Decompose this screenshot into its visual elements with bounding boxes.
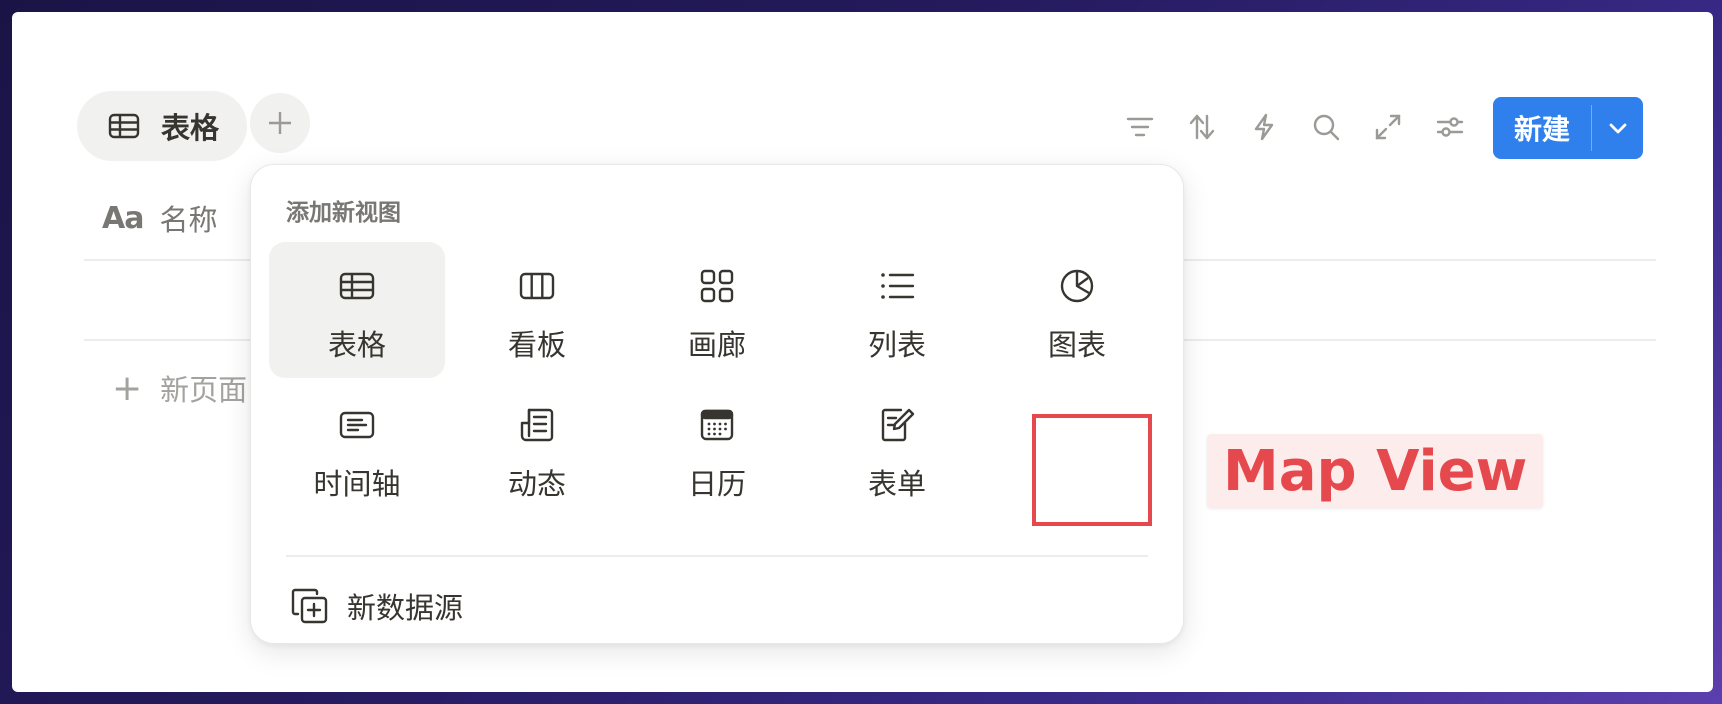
add-view-button[interactable] bbox=[250, 93, 310, 153]
chart-icon bbox=[1055, 264, 1099, 308]
new-button-label[interactable]: 新建 bbox=[1493, 97, 1591, 159]
view-option-list[interactable]: 列表 bbox=[809, 242, 985, 378]
view-option-feed[interactable]: 动态 bbox=[449, 381, 625, 517]
view-option-label: 图表 bbox=[1047, 328, 1106, 362]
form-icon bbox=[875, 403, 919, 447]
view-option-board[interactable]: 看板 bbox=[449, 242, 625, 378]
name-column-label: 名称 bbox=[159, 203, 218, 237]
new-page-button[interactable]: + 新页面 bbox=[112, 367, 247, 409]
plus-icon bbox=[269, 112, 291, 134]
table-icon bbox=[335, 264, 379, 308]
board-icon bbox=[515, 264, 559, 308]
new-button-dropdown[interactable] bbox=[1592, 97, 1643, 159]
popup-divider bbox=[286, 555, 1148, 557]
app-window: 表格 新建 Aa 名称 + 新页面 添加新视图 表格 看板 画廊 列表 图表 时… bbox=[12, 12, 1713, 692]
expand-icon[interactable] bbox=[1370, 109, 1406, 145]
add-copy-icon bbox=[289, 586, 329, 626]
feed-icon bbox=[515, 403, 559, 447]
new-page-label: 新页面 bbox=[160, 373, 248, 407]
popup-title: 添加新视图 bbox=[286, 200, 401, 226]
timeline-icon bbox=[335, 403, 379, 447]
view-option-gallery[interactable]: 画廊 bbox=[629, 242, 805, 378]
tab-label: 表格 bbox=[161, 111, 220, 145]
settings-icon[interactable] bbox=[1432, 109, 1468, 145]
table-icon bbox=[107, 109, 141, 143]
sort-icon[interactable] bbox=[1184, 109, 1220, 145]
view-option-timeline[interactable]: 时间轴 bbox=[269, 381, 445, 517]
gallery-icon bbox=[695, 264, 739, 308]
view-option-label: 列表 bbox=[867, 328, 926, 362]
new-button: 新建 bbox=[1493, 97, 1643, 159]
tab-table-view[interactable]: 表格 bbox=[77, 91, 247, 161]
view-option-label: 画廊 bbox=[687, 328, 746, 362]
add-view-popup: 添加新视图 表格 看板 画廊 列表 图表 时间轴 动态 日历 表单 新数据源 bbox=[250, 164, 1184, 644]
view-option-label: 表单 bbox=[867, 467, 926, 501]
automation-icon[interactable] bbox=[1246, 109, 1282, 145]
view-option-label: 表格 bbox=[327, 328, 386, 362]
view-option-label: 时间轴 bbox=[313, 467, 401, 501]
view-option-label: 动态 bbox=[507, 467, 566, 501]
view-option-label: 日历 bbox=[687, 467, 746, 501]
new-data-source-label: 新数据源 bbox=[347, 591, 464, 625]
highlight-box bbox=[1032, 414, 1152, 526]
view-option-calendar[interactable]: 日历 bbox=[629, 381, 805, 517]
search-icon[interactable] bbox=[1308, 109, 1344, 145]
calendar-icon bbox=[695, 403, 739, 447]
new-data-source-button[interactable]: 新数据源 bbox=[289, 585, 463, 627]
name-column-header[interactable]: Aa 名称 bbox=[102, 197, 217, 239]
text-property-icon: Aa bbox=[102, 200, 144, 236]
view-option-form[interactable]: 表单 bbox=[809, 381, 985, 517]
toolbar bbox=[1122, 109, 1468, 145]
annotation-label: Map View bbox=[1207, 434, 1544, 508]
filter-icon[interactable] bbox=[1122, 109, 1158, 145]
view-option-table[interactable]: 表格 bbox=[269, 242, 445, 378]
view-option-chart[interactable]: 图表 bbox=[989, 242, 1165, 378]
plus-icon: + bbox=[112, 367, 143, 409]
list-icon bbox=[875, 264, 919, 308]
view-option-label: 看板 bbox=[507, 328, 566, 362]
chevron-down-icon bbox=[1609, 123, 1626, 134]
